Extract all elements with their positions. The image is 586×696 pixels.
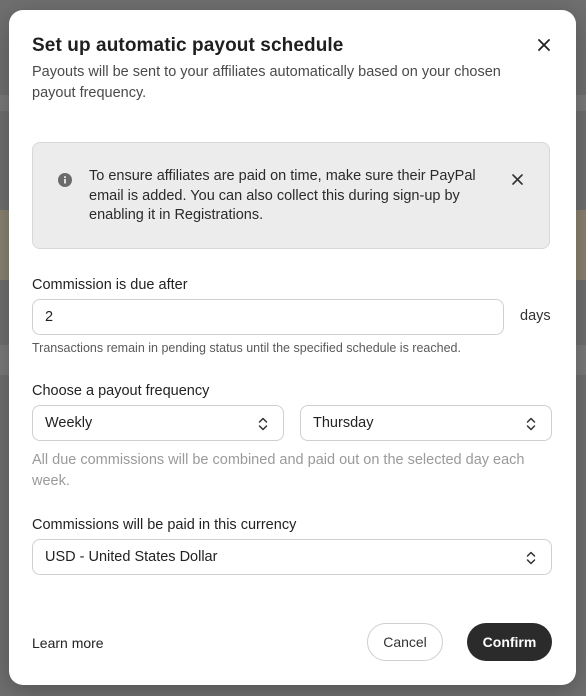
currency-label: Commissions will be paid in this currenc… — [32, 517, 297, 533]
learn-more-link[interactable]: Learn more — [32, 635, 104, 651]
info-icon — [58, 173, 72, 187]
payout-day-select[interactable]: Thursday — [300, 405, 552, 441]
payout-frequency-label: Choose a payout frequency — [32, 383, 210, 399]
payout-day-value: Thursday — [313, 415, 374, 431]
payout-schedule-dialog: Set up automatic payout schedule Payouts… — [9, 10, 576, 685]
close-icon — [538, 39, 550, 51]
chevron-up-down-icon — [258, 417, 268, 431]
close-dialog-button[interactable] — [533, 34, 555, 56]
payout-frequency-value: Weekly — [45, 415, 93, 431]
chevron-up-down-icon — [526, 417, 536, 431]
dialog-subtitle: Payouts will be sent to your affiliates … — [32, 64, 501, 101]
currency-value: USD - United States Dollar — [45, 549, 218, 565]
dismiss-notice-button[interactable] — [508, 170, 526, 188]
commission-due-helper: Transactions remain in pending status un… — [32, 341, 461, 355]
days-unit-label: days — [520, 308, 551, 324]
chevron-up-down-icon — [526, 551, 536, 565]
commission-due-days-input[interactable] — [32, 299, 504, 335]
cancel-button[interactable]: Cancel — [367, 623, 443, 661]
paypal-notice-banner: To ensure affiliates are paid on time, m… — [32, 142, 550, 249]
confirm-button[interactable]: Confirm — [467, 623, 552, 661]
notice-text: To ensure affiliates are paid on time, m… — [89, 168, 476, 223]
close-icon — [511, 173, 523, 185]
dialog-title: Set up automatic payout schedule — [32, 35, 344, 56]
commission-due-label: Commission is due after — [32, 277, 188, 293]
payout-frequency-helper: All due commissions will be combined and… — [32, 452, 525, 489]
payout-frequency-select[interactable]: Weekly — [32, 405, 284, 441]
currency-select[interactable]: USD - United States Dollar — [32, 539, 552, 575]
